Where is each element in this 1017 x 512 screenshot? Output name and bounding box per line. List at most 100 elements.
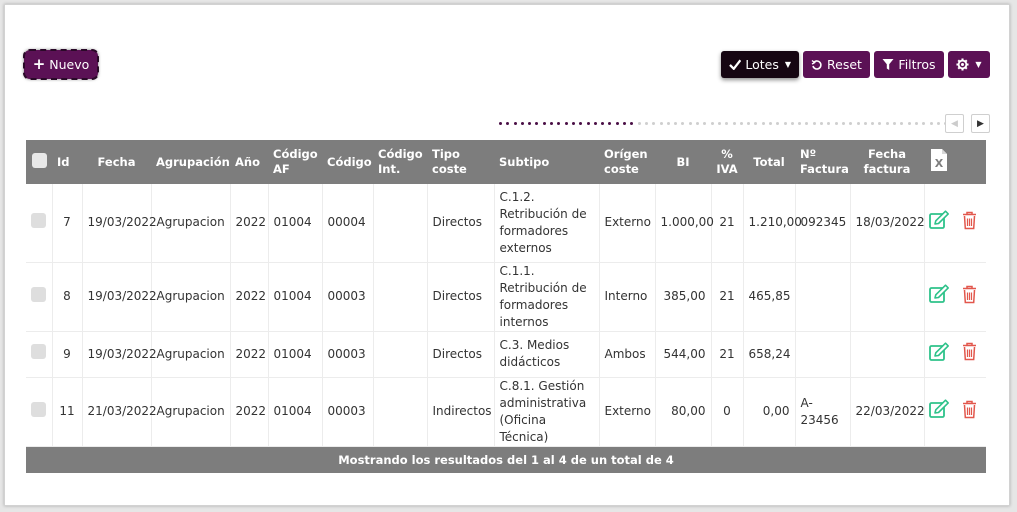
page-dot[interactable] [725,121,729,125]
page-dot[interactable] [841,121,845,125]
row-checkbox[interactable] [31,286,47,302]
page-dot[interactable] [499,121,502,125]
page-dot[interactable] [900,121,904,125]
page-dot[interactable] [849,121,853,125]
page-dot[interactable] [761,121,765,125]
settings-dropdown-button[interactable]: ▼ [948,51,990,78]
row-checkbox-cell[interactable] [26,377,52,447]
page-dot[interactable] [644,121,648,125]
table-row[interactable]: 11 21/03/2022 Agrupacion 2022 01004 00003 Indi… [26,377,986,447]
row-checkbox[interactable] [31,212,47,228]
page-dot[interactable] [922,121,926,125]
page-dot[interactable] [929,121,933,125]
trash-icon[interactable] [962,285,977,304]
page-dot[interactable] [914,121,918,125]
page-dot[interactable] [557,121,561,125]
page-dot[interactable] [805,121,809,125]
table-row[interactable]: 8 19/03/2022 Agrupacion 2022 01004 00003 Direc… [26,262,986,332]
col-iva[interactable]: % IVA [711,140,743,184]
page-dot[interactable] [871,121,875,125]
page-dot[interactable] [790,121,794,125]
lotes-dropdown-button[interactable]: Lotes ▼ [721,51,799,78]
page-dot[interactable] [593,121,597,125]
page-dot[interactable] [623,121,627,125]
row-checkbox[interactable] [31,344,47,359]
col-id[interactable]: Id [52,140,82,184]
edit-icon[interactable] [928,284,950,304]
row-checkbox-cell[interactable] [26,331,52,378]
page-dot[interactable] [863,121,867,125]
page-dot[interactable] [506,121,510,125]
page-dot[interactable] [637,121,641,125]
col-anio[interactable]: Año [230,140,268,184]
page-dot[interactable] [659,121,663,125]
page-dot[interactable] [513,121,517,125]
page-dot[interactable] [542,121,546,125]
col-fecha-factura[interactable]: Fecha factura [850,140,924,184]
page-dot[interactable] [834,121,838,125]
page-dot[interactable] [666,121,670,125]
col-tipo-coste[interactable]: Tipo coste [427,140,494,184]
page-dot[interactable] [783,121,787,125]
page-dot[interactable] [812,121,816,125]
page-dot[interactable] [768,121,772,125]
page-dot[interactable] [907,121,911,125]
col-bi[interactable]: BI [655,140,711,184]
trash-icon[interactable] [962,211,977,230]
trash-icon[interactable] [962,342,977,361]
page-dot[interactable] [528,121,532,125]
filtros-button[interactable]: Filtros [874,51,944,78]
row-checkbox-cell[interactable] [26,262,52,332]
trash-icon[interactable] [962,400,977,419]
page-dot[interactable] [601,121,605,125]
col-num-factura[interactable]: Nº Factura [795,140,850,184]
page-dot[interactable] [674,121,678,125]
page-dot[interactable] [827,121,831,125]
page-dot[interactable] [579,121,583,125]
col-origen-coste[interactable]: Orígen coste [599,140,655,184]
page-dot[interactable] [856,121,860,125]
page-dot[interactable] [535,121,539,125]
page-dot[interactable] [820,121,824,125]
row-checkbox[interactable] [31,401,47,417]
col-subtipo[interactable]: Subtipo [494,140,599,184]
page-dot[interactable] [696,121,700,125]
page-dot[interactable] [608,121,612,125]
page-dot[interactable] [564,121,568,125]
col-total[interactable]: Total [743,140,795,184]
select-all-checkbox-cell[interactable] [26,140,52,184]
select-all-checkbox[interactable] [31,152,47,168]
edit-icon[interactable] [928,399,950,419]
col-fecha[interactable]: Fecha [82,140,151,184]
page-dot[interactable] [681,121,685,125]
page-dot[interactable] [586,121,590,125]
page-dot[interactable] [630,121,634,125]
edit-icon[interactable] [928,341,950,362]
page-dot[interactable] [754,121,758,125]
page-dot[interactable] [885,121,889,125]
page-dot[interactable] [776,121,780,125]
page-dot[interactable] [652,121,656,125]
page-dot[interactable] [520,121,524,125]
col-codigo-int[interactable]: Código Int. [373,140,427,184]
col-codigo[interactable]: Código [322,140,373,184]
page-dot[interactable] [936,121,940,125]
edit-icon[interactable] [928,210,950,230]
page-dot[interactable] [878,121,882,125]
page-dot[interactable] [710,121,714,125]
page-dot[interactable] [688,121,692,125]
page-dot[interactable] [798,121,802,125]
pager-prev-button[interactable]: ◀ [945,114,964,133]
table-row[interactable]: 9 19/03/2022 Agrupacion 2022 01004 00003 Direc… [26,331,986,378]
table-row[interactable]: 7 19/03/2022 Agrupacion 2022 01004 00004 Direc… [26,184,986,263]
col-codigo-af[interactable]: Código AF [268,140,322,184]
reset-button[interactable]: Reset [803,51,870,78]
page-dot[interactable] [703,121,707,125]
page-dot[interactable] [550,121,554,125]
page-dot[interactable] [732,121,736,125]
col-export[interactable]: X [924,140,986,184]
page-dot[interactable] [717,121,721,125]
page-dot[interactable] [739,121,743,125]
page-dot[interactable] [615,121,619,125]
page-dot[interactable] [571,121,575,125]
